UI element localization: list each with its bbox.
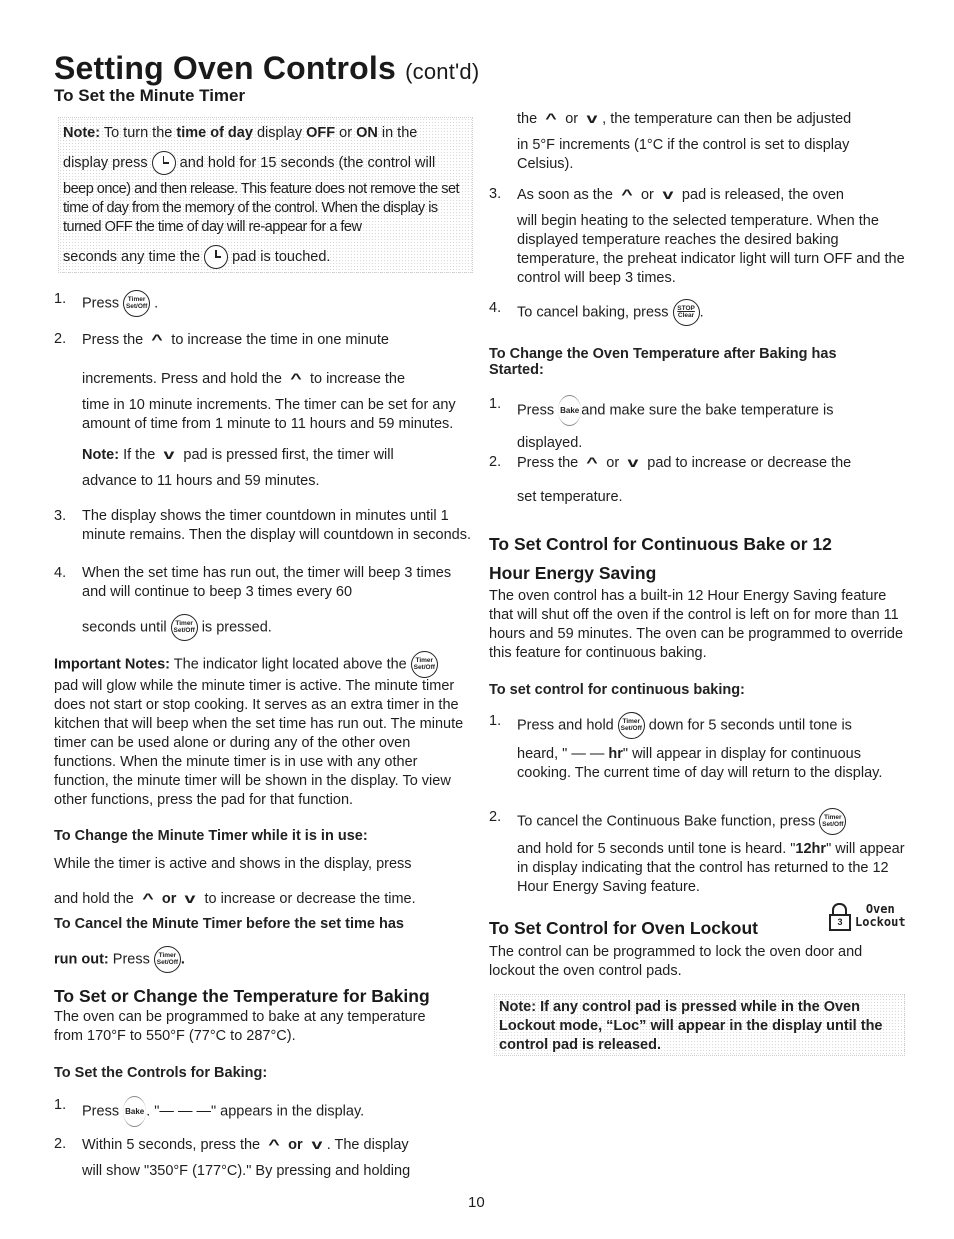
bake-pad-icon: Bake — [558, 395, 582, 426]
change-timer-line-1: While the timer is active and shows in t… — [54, 856, 412, 872]
change-timer-heading: To Change the Minute Timer while it is i… — [54, 828, 368, 844]
up-arrow-icon: ^ — [621, 186, 633, 202]
down-arrow-icon: v — [586, 110, 598, 126]
up-arrow-icon: ^ — [545, 110, 557, 126]
continuous-bake-heading-2: Hour Energy Saving — [489, 563, 657, 583]
cancel-timer-heading: To Cancel the Minute Timer before the se… — [54, 916, 404, 932]
important-notes-line-1: Important Notes: The indicator light loc… — [54, 651, 474, 678]
timer-pad-icon: Timer Set/Off — [123, 290, 151, 317]
note-line-1: Note: To turn the time of day display OF… — [63, 125, 418, 141]
timer-pad-icon: Timer Set/Off — [153, 946, 181, 973]
up-arrow-icon: ^ — [268, 1136, 280, 1152]
lockout-note: Note: If any control pad is pressed whil… — [499, 999, 883, 1053]
down-arrow-icon: v — [311, 1136, 323, 1152]
section-heading-minute-timer: To Set the Minute Timer — [54, 86, 246, 105]
timer-pad-icon: Timer Set/Off — [170, 614, 198, 641]
title-text: Setting Oven Controls — [54, 50, 396, 86]
up-arrow-icon: ^ — [151, 331, 164, 347]
clock-pad-icon — [151, 151, 176, 175]
title-suffix: (cont'd) — [405, 59, 480, 84]
oven-lockout-intro: The control can be programmed to lock th… — [489, 944, 863, 979]
lock-icon: 3 — [829, 903, 851, 931]
page-title: Setting Oven Controls (cont'd) — [54, 50, 479, 87]
up-arrow-icon: ^ — [586, 454, 599, 470]
important-notes-body: pad will glow while the minute timer is … — [54, 678, 464, 808]
down-arrow-icon: v — [662, 186, 674, 202]
continuous-bake-intro: The oven control has a built-in 12 Hour … — [489, 588, 904, 661]
set-controls-heading: To Set the Controls for Baking: — [54, 1065, 268, 1081]
note-line-2: display press and hold for 15 seconds (t… — [63, 151, 468, 175]
stop-clear-pad-icon: STOP Clear — [672, 299, 700, 326]
clock-pad-icon — [204, 245, 229, 269]
temperature-section-heading: To Set or Change the Temperature for Bak… — [54, 986, 430, 1006]
up-arrow-icon: ^ — [290, 370, 302, 386]
continuous-baking-subheading: To set control for continuous baking: — [489, 682, 745, 698]
timer-pad-icon: Timer Set/Off — [819, 808, 847, 835]
note-line-3: beep once) and then release. This featur… — [63, 181, 460, 235]
continuous-bake-heading-1: To Set Control for Continuous Bake or 12 — [489, 534, 832, 554]
temperature-intro: The oven can be programmed to bake at an… — [54, 1009, 426, 1044]
note-line-4: seconds any time the pad is touched. — [63, 245, 468, 269]
down-arrow-icon: v — [163, 446, 175, 462]
oven-lockout-pad-label: Oven Lockout — [855, 902, 906, 929]
down-arrow-icon: v — [184, 890, 196, 906]
cancel-timer-line: run out: Press Timer Set/Off. — [54, 946, 474, 973]
down-arrow-icon: v — [627, 454, 639, 470]
timer-pad-icon: Timer Set/Off — [410, 651, 438, 678]
timer-pad-icon: Timer Set/Off — [617, 712, 645, 739]
change-timer-line-2: and hold the ^ or v to increase or decre… — [54, 890, 416, 907]
change-temp-heading: To Change the Oven Temperature after Bak… — [489, 346, 837, 378]
up-arrow-icon: ^ — [142, 890, 154, 906]
bake-pad-icon: Bake — [123, 1096, 147, 1127]
page-number: 10 — [468, 1194, 485, 1211]
